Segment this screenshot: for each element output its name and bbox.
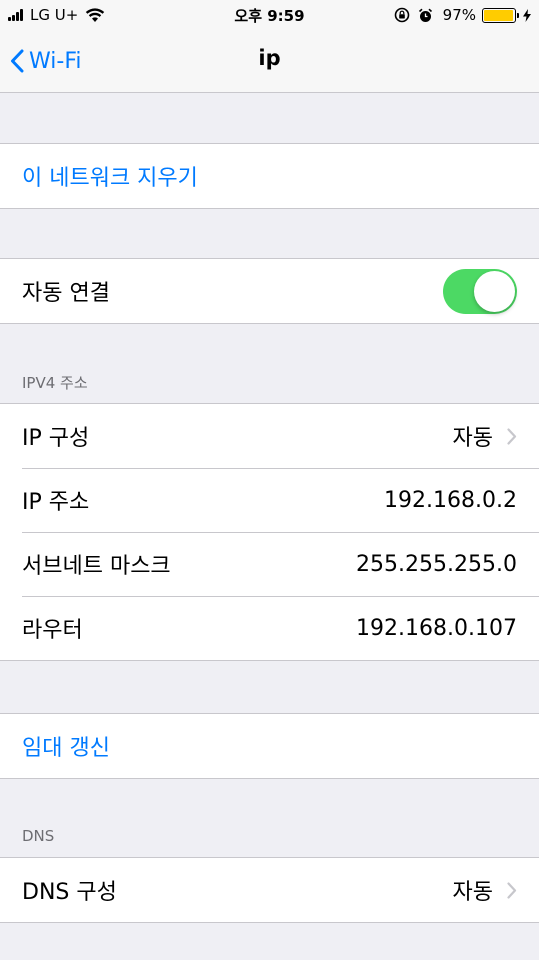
navigation-bar: Wi-Fi ip bbox=[0, 30, 539, 93]
alarm-icon bbox=[418, 8, 433, 23]
auto-join-label: 자동 연결 bbox=[22, 281, 110, 306]
auto-join-group: 자동 연결 bbox=[0, 258, 539, 324]
ip-config-row[interactable]: IP 구성 자동 bbox=[0, 404, 539, 468]
renew-group: 임대 갱신 bbox=[0, 713, 539, 779]
dns-config-row[interactable]: DNS 구성 자동 bbox=[0, 858, 539, 922]
dns-config-value: 자동 bbox=[452, 880, 493, 905]
ipv4-section-header: IPV4 주소 bbox=[22, 374, 88, 392]
status-right: 97% bbox=[394, 5, 531, 25]
forget-group: 이 네트워크 지우기 bbox=[0, 143, 539, 209]
ip-address-label: IP 주소 bbox=[22, 490, 90, 515]
status-bar: LG U+ 오후 9:59 97% bbox=[0, 0, 539, 30]
subnet-mask-value: 255.255.255.0 bbox=[356, 551, 517, 577]
ip-config-label: IP 구성 bbox=[22, 426, 90, 451]
forget-network-button[interactable]: 이 네트워크 지우기 bbox=[0, 144, 539, 208]
chevron-right-icon bbox=[507, 427, 517, 445]
battery-icon bbox=[482, 7, 519, 23]
renew-lease-button[interactable]: 임대 갱신 bbox=[0, 714, 539, 778]
forget-network-label: 이 네트워크 지우기 bbox=[22, 166, 198, 191]
dns-group: DNS 구성 자동 bbox=[0, 857, 539, 923]
orientation-lock-icon bbox=[394, 7, 410, 23]
battery-fill bbox=[484, 9, 514, 21]
renew-lease-label: 임대 갱신 bbox=[22, 736, 110, 761]
router-value: 192.168.0.107 bbox=[356, 615, 517, 641]
page-title: ip bbox=[258, 46, 281, 70]
auto-join-toggle[interactable] bbox=[443, 268, 517, 314]
subnet-mask-row: 서브네트 마스크 255.255.255.0 bbox=[0, 532, 539, 596]
dns-config-label: DNS 구성 bbox=[22, 880, 117, 905]
router-label: 라우터 bbox=[22, 618, 83, 643]
subnet-mask-label: 서브네트 마스크 bbox=[22, 554, 171, 579]
ip-config-value: 자동 bbox=[452, 426, 493, 451]
ip-address-row: IP 주소 192.168.0.2 bbox=[0, 468, 539, 532]
chevron-right-icon bbox=[507, 881, 517, 899]
ip-address-value: 192.168.0.2 bbox=[384, 487, 517, 513]
charging-icon bbox=[523, 8, 531, 22]
router-row: 라우터 192.168.0.107 bbox=[0, 596, 539, 660]
dns-section-header: DNS bbox=[22, 827, 55, 845]
auto-join-row: 자동 연결 bbox=[0, 259, 539, 323]
battery-percent: 97% bbox=[442, 6, 476, 24]
ipv4-group: IP 구성 자동 IP 주소 192.168.0.2 서브네트 마스크 255.… bbox=[0, 403, 539, 661]
toggle-knob bbox=[474, 270, 515, 312]
